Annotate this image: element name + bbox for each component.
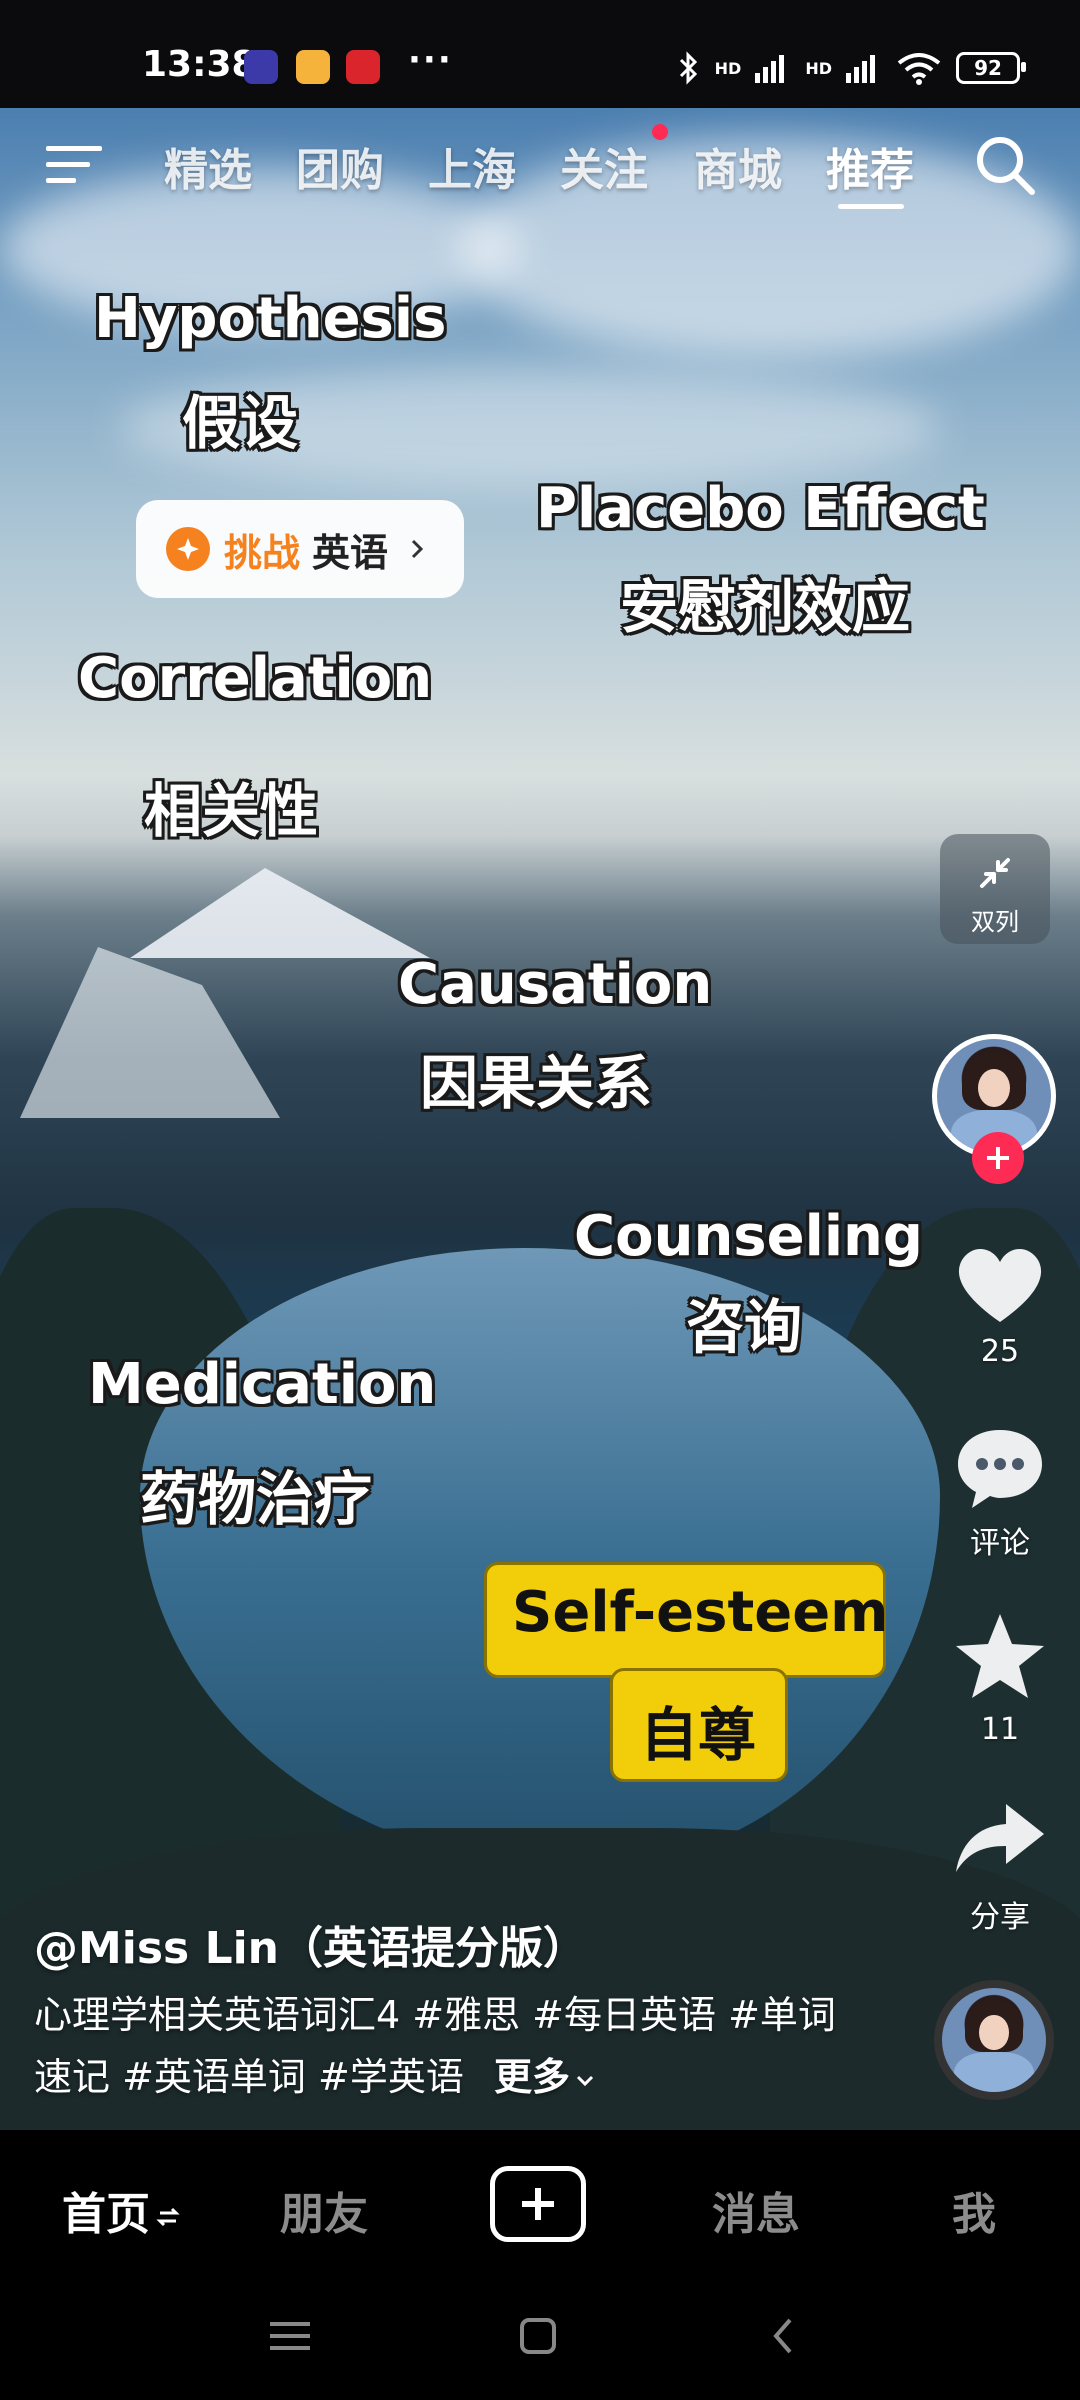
- more-notifications-icon: ···: [408, 40, 453, 80]
- word-counseling-en: Counseling: [574, 1204, 923, 1269]
- tab-recommend[interactable]: 推荐: [826, 134, 914, 198]
- like-count: 25: [980, 1334, 1020, 1369]
- nav-friends[interactable]: 朋友: [280, 2178, 368, 2242]
- favorite-count: 11: [980, 1712, 1020, 1747]
- word-hypothesis-en: Hypothesis: [94, 286, 447, 351]
- nav-home-label: 首页: [62, 2189, 150, 2240]
- word-correlation-zh: 相关性: [144, 777, 319, 845]
- word-causation-en: Causation: [398, 952, 713, 1017]
- chevron-right-icon: [411, 539, 424, 559]
- status-time: 13:38: [142, 44, 257, 85]
- back-icon[interactable]: [764, 2316, 804, 2356]
- plus-icon: [987, 1147, 1009, 1169]
- system-navigation-bar: [0, 2280, 1080, 2400]
- avatar-face: [978, 1068, 1010, 1108]
- home-icon[interactable]: [518, 2316, 558, 2356]
- word-counseling-zh: 咨询: [686, 1293, 803, 1361]
- music-disc-avatar[interactable]: [934, 1980, 1054, 2100]
- refresh-arrows-icon: [156, 2207, 180, 2227]
- signal-icon-2: [846, 55, 875, 83]
- signal-icon-1: [755, 55, 785, 83]
- challenge-icon: [166, 527, 210, 571]
- create-post-button[interactable]: [490, 2166, 586, 2242]
- status-icons: HD HD 92: [677, 46, 1026, 90]
- app-icon-3: [346, 50, 380, 84]
- avatar-face: [979, 2015, 1009, 2051]
- hd-label-2: HD: [805, 58, 832, 78]
- bluetooth-icon: [679, 51, 697, 85]
- menu-icon[interactable]: [46, 142, 102, 186]
- more-label: 更多: [493, 2055, 570, 2099]
- description-line-2-text: 速记 #英语单词 #学英语: [34, 2055, 464, 2099]
- nav-messages[interactable]: 消息: [712, 2178, 800, 2242]
- video-description[interactable]: 心理学相关英语词汇4 #雅思 #每日英语 #单词 速记 #英语单词 #学英语 更…: [34, 1984, 914, 2108]
- word-placebo-en: Placebo Effect: [536, 476, 985, 541]
- author-name[interactable]: @Miss Lin（英语提分版）: [34, 1912, 587, 1976]
- word-hypothesis-zh: 假设: [182, 389, 299, 457]
- challenge-label: 挑战: [224, 530, 301, 575]
- dual-column-label: 双列: [971, 908, 1019, 936]
- favorite-star-icon[interactable]: [950, 1608, 1050, 1708]
- challenge-topic: 英语: [312, 530, 389, 575]
- comment-label: 评论: [970, 1526, 1030, 1561]
- more-link[interactable]: 更多: [494, 2055, 596, 2099]
- like-heart-icon[interactable]: [950, 1234, 1050, 1334]
- description-line-2: 速记 #英语单词 #学英语 更多: [34, 2046, 914, 2108]
- word-correlation-en: Correlation: [78, 646, 433, 711]
- word-placebo-zh: 安慰剂效应: [620, 573, 911, 641]
- word-self-esteem-en: Self-esteem: [512, 1580, 889, 1645]
- share-label: 分享: [970, 1900, 1030, 1935]
- nav-me[interactable]: 我: [952, 2178, 996, 2242]
- active-tab-indicator: [838, 204, 904, 209]
- battery-indicator: 92: [956, 52, 1026, 84]
- tab-following[interactable]: 关注: [560, 134, 648, 198]
- plus-icon: [522, 2188, 554, 2220]
- hd-label-1: HD: [714, 58, 742, 78]
- word-self-esteem-zh: 自尊: [640, 1701, 757, 1769]
- follow-button[interactable]: [972, 1132, 1024, 1184]
- comment-icon[interactable]: [950, 1418, 1050, 1518]
- following-notification-dot: [652, 124, 668, 140]
- recent-apps-icon[interactable]: [268, 2316, 312, 2356]
- word-causation-zh: 因果关系: [420, 1049, 653, 1117]
- description-line-1: 心理学相关英语词汇4 #雅思 #每日英语 #单词: [34, 1993, 836, 2037]
- share-arrow-icon[interactable]: [950, 1790, 1050, 1890]
- status-bar: 13:38 ··· HD HD 92: [0, 0, 1080, 108]
- tab-featured[interactable]: 精选: [164, 134, 252, 198]
- avatar-body: [954, 2052, 1034, 2092]
- tab-mall[interactable]: 商城: [694, 134, 782, 198]
- search-icon[interactable]: [974, 134, 1036, 196]
- app-icon-2: [296, 50, 330, 84]
- wifi-icon: [897, 53, 941, 85]
- chevron-down-icon: [576, 2075, 594, 2086]
- nav-home[interactable]: 首页: [62, 2178, 180, 2242]
- app-icon-1: [244, 50, 278, 84]
- battery-level: 92: [974, 56, 1002, 80]
- word-medication-en: Medication: [88, 1352, 437, 1417]
- snow-peak: [130, 868, 430, 958]
- tab-shanghai[interactable]: 上海: [428, 134, 516, 198]
- word-medication-zh: 药物治疗: [140, 1465, 373, 1533]
- tab-group-buy[interactable]: 团购: [296, 134, 384, 198]
- challenge-english-button[interactable]: 挑战 英语: [136, 500, 464, 598]
